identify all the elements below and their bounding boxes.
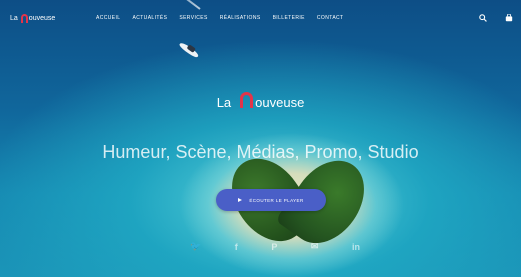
header-icons: [479, 13, 513, 24]
nav-realisations[interactable]: RÉALISATIONS: [220, 15, 261, 21]
twitter-icon[interactable]: 🐦: [190, 241, 201, 252]
logo-prefix: La: [10, 14, 18, 22]
top-navigation: La ouveuse ACCUEIL ACTUALITÉS SERVICES R…: [0, 0, 521, 36]
play-icon: [238, 198, 243, 202]
hero-page: La ouveuse ACCUEIL ACTUALITÉS SERVICES R…: [0, 0, 521, 277]
cta-label: ÉCOUTER LE PLAYER: [249, 197, 304, 203]
brand-rest: ouveuse: [255, 94, 305, 110]
boat-image: [177, 39, 202, 61]
brand-u-mark: [240, 92, 254, 108]
email-icon[interactable]: ✉: [311, 241, 319, 252]
facebook-icon[interactable]: f: [235, 242, 238, 252]
site-logo[interactable]: La ouveuse: [10, 13, 96, 23]
search-icon[interactable]: [479, 14, 487, 24]
hero-tagline: Humeur, Scène, Médias, Promo, Studio: [102, 142, 419, 162]
nav-services[interactable]: SERVICES: [179, 15, 207, 21]
hero-brand-logo: La ouveuse: [0, 92, 521, 110]
nav-actualites[interactable]: ACTUALITÉS: [132, 15, 167, 21]
cart-icon[interactable]: [505, 13, 513, 24]
nav-accueil[interactable]: ACCUEIL: [96, 15, 120, 21]
brand-prefix: La: [216, 94, 232, 110]
pinterest-icon[interactable]: P: [271, 242, 277, 252]
social-links: 🐦 f P ✉ in: [190, 241, 360, 252]
logo-u-mark: [20, 13, 28, 23]
listen-player-button[interactable]: ÉCOUTER LE PLAYER: [216, 189, 326, 211]
nav-billeterie[interactable]: BILLETERIE: [273, 15, 305, 21]
main-nav: ACCUEIL ACTUALITÉS SERVICES RÉALISATIONS…: [96, 15, 356, 21]
nav-contact[interactable]: CONTACT: [317, 15, 344, 21]
logo-rest: ouveuse: [28, 14, 56, 22]
linkedin-icon[interactable]: in: [352, 242, 360, 252]
